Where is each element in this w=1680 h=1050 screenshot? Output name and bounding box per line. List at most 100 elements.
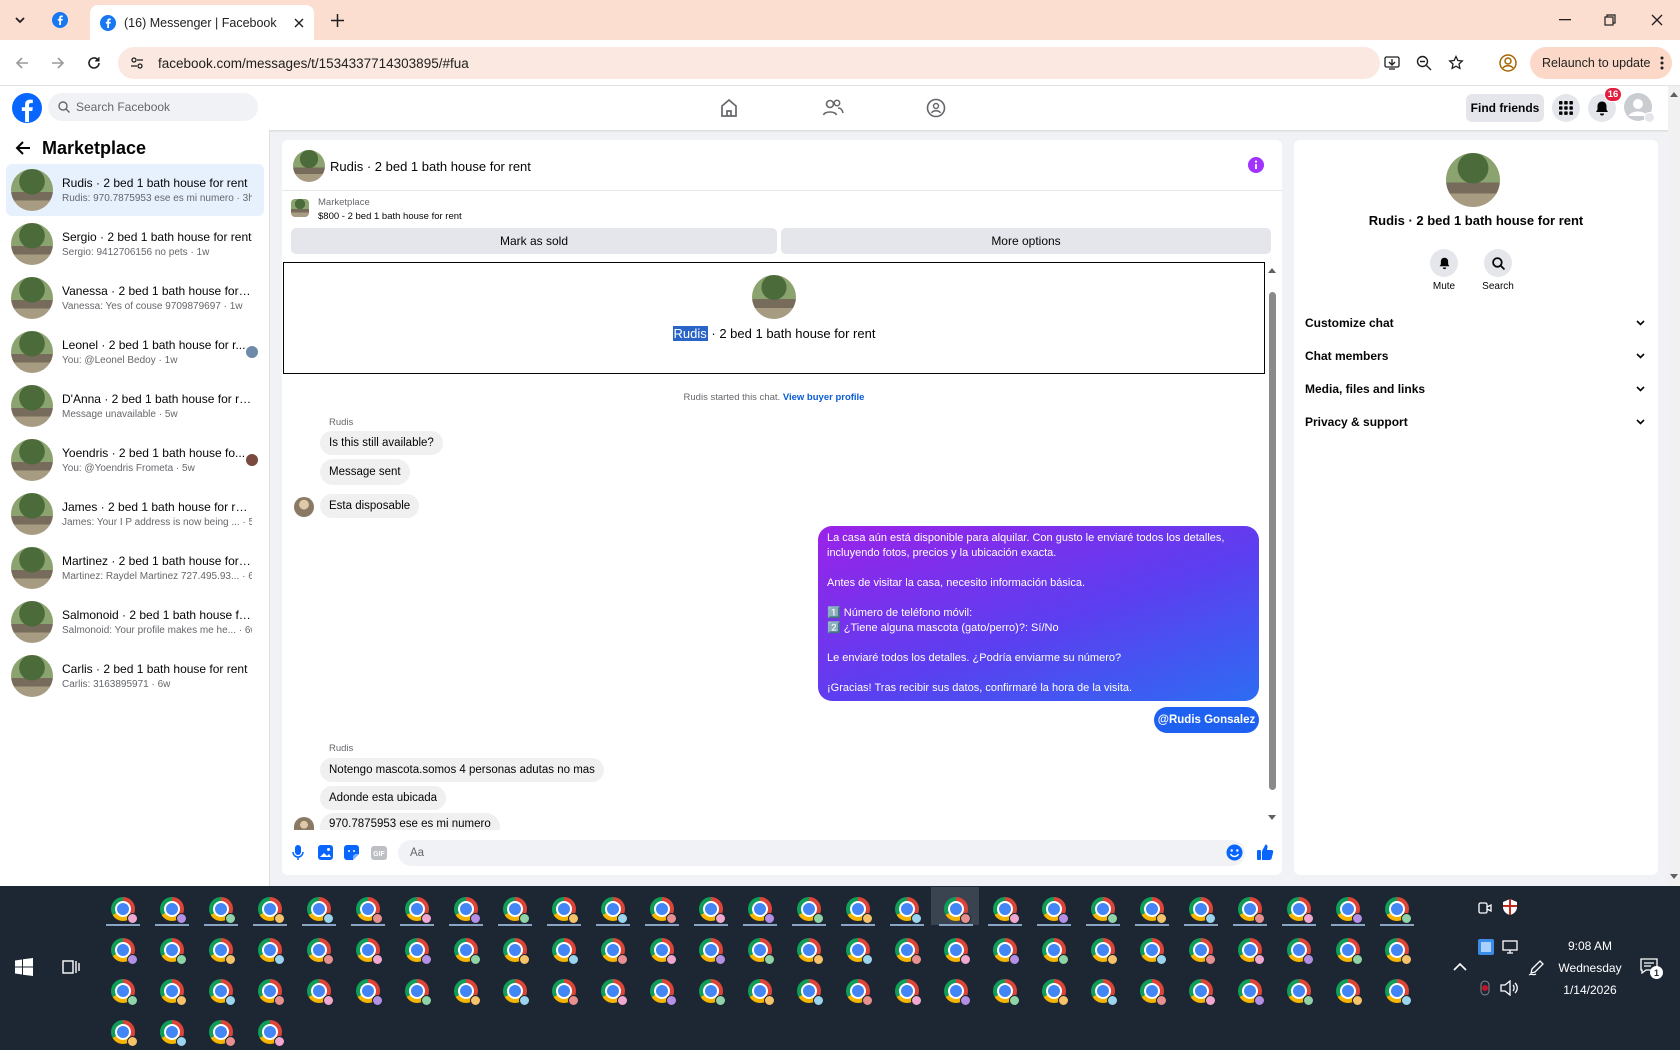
media-files-links-section[interactable]: Media, files and links: [1305, 379, 1645, 399]
chrome-taskbar-icon[interactable]: [895, 979, 922, 1006]
chrome-taskbar-icon[interactable]: [1140, 979, 1167, 1006]
chrome-taskbar-icon[interactable]: [1091, 938, 1118, 965]
chrome-taskbar-icon[interactable]: [454, 938, 481, 965]
chrome-taskbar-icon[interactable]: [797, 897, 824, 924]
chevron-up-icon[interactable]: [1453, 962, 1467, 972]
tray-app-icon[interactable]: [1478, 939, 1494, 955]
chrome-taskbar-icon[interactable]: [1287, 938, 1314, 965]
chrome-taskbar-icon[interactable]: [797, 938, 824, 965]
conversation-item[interactable]: Yoendris · 2 bed 1 bath house fo... You: …: [6, 434, 264, 486]
chrome-taskbar-icon[interactable]: [552, 979, 579, 1006]
facebook-search-input[interactable]: Search Facebook: [48, 93, 258, 121]
chrome-taskbar-icon[interactable]: [1238, 979, 1265, 1006]
scroll-up-icon[interactable]: [1268, 267, 1276, 273]
attach-photo-button[interactable]: [318, 845, 334, 861]
recording-icon[interactable]: [1480, 980, 1490, 996]
chrome-taskbar-icon[interactable]: [846, 938, 873, 965]
site-info-icon[interactable]: [130, 56, 144, 70]
menu-button[interactable]: [1552, 94, 1580, 122]
network-icon[interactable]: [1502, 940, 1518, 954]
tab-messenger[interactable]: (16) Messenger | Facebook: [90, 5, 314, 40]
forward-button[interactable]: [46, 51, 70, 75]
sticker-button[interactable]: [344, 845, 360, 861]
chrome-taskbar-icon[interactable]: [1385, 979, 1412, 1006]
chrome-taskbar-icon[interactable]: [160, 938, 187, 965]
back-button[interactable]: [14, 139, 34, 159]
chrome-taskbar-icon[interactable]: [356, 897, 383, 924]
customize-chat-section[interactable]: Customize chat: [1305, 313, 1645, 333]
chrome-taskbar-icon[interactable]: [944, 938, 971, 965]
received-message[interactable]: Message sent: [320, 459, 410, 485]
privacy-support-section[interactable]: Privacy & support: [1305, 412, 1645, 432]
listing-thumbnail[interactable]: [291, 199, 309, 217]
nav-groups[interactable]: [923, 96, 949, 120]
account-avatar[interactable]: [1624, 93, 1655, 123]
chrome-taskbar-icon[interactable]: [1336, 897, 1363, 924]
restore-button[interactable]: [1598, 8, 1622, 32]
chrome-taskbar-icon[interactable]: [160, 1020, 187, 1047]
sent-message[interactable]: La casa aún está disponible para alquila…: [818, 526, 1259, 701]
chrome-taskbar-icon[interactable]: [209, 897, 236, 924]
chrome-taskbar-icon[interactable]: [209, 979, 236, 1006]
chrome-taskbar-icon[interactable]: [454, 979, 481, 1006]
chrome-taskbar-icon[interactable]: [1238, 938, 1265, 965]
chrome-taskbar-icon[interactable]: [650, 897, 677, 924]
sender-avatar[interactable]: [294, 497, 314, 517]
chrome-taskbar-icon[interactable]: [748, 897, 775, 924]
received-message[interactable]: Adonde esta ubicada: [320, 786, 447, 810]
chrome-taskbar-icon[interactable]: [503, 938, 530, 965]
chrome-taskbar-icon[interactable]: [748, 938, 775, 965]
conversation-item[interactable]: D'Anna · 2 bed 1 bath house for rent Mess…: [6, 380, 264, 432]
conversation-item[interactable]: Sergio · 2 bed 1 bath house for rent Serg…: [6, 218, 264, 270]
chrome-taskbar-icon[interactable]: [1336, 979, 1363, 1006]
scroll-down-icon[interactable]: [1670, 874, 1678, 880]
conversation-item[interactable]: James · 2 bed 1 bath house for rent James…: [6, 488, 264, 540]
like-button[interactable]: [1256, 843, 1274, 861]
received-message[interactable]: Notengo mascota.somos 4 personas adutas …: [320, 758, 604, 782]
task-view-button[interactable]: [62, 958, 80, 976]
received-message[interactable]: 970.7875953 ese es mi numero: [320, 813, 500, 830]
chrome-taskbar-icon[interactable]: [258, 938, 285, 965]
chrome-taskbar-icon[interactable]: [552, 938, 579, 965]
security-shield-icon[interactable]: [1502, 898, 1518, 916]
clock-day[interactable]: Wednesday: [1552, 961, 1628, 975]
start-button[interactable]: [15, 958, 33, 976]
emoji-button[interactable]: [1226, 844, 1244, 862]
minimize-button[interactable]: [1553, 8, 1577, 32]
chrome-taskbar-icon[interactable]: [601, 897, 628, 924]
chrome-taskbar-icon[interactable]: [160, 979, 187, 1006]
chrome-taskbar-icon[interactable]: [1287, 897, 1314, 924]
address-bar[interactable]: facebook.com/messages/t/1534337714303895…: [118, 47, 1464, 79]
chrome-taskbar-icon[interactable]: [258, 979, 285, 1006]
chrome-taskbar-icon[interactable]: [1042, 897, 1069, 924]
search-in-chat-button[interactable]: [1484, 249, 1512, 277]
chrome-taskbar-icon[interactable]: [405, 897, 432, 924]
chrome-taskbar-icon[interactable]: [1042, 979, 1069, 1006]
chrome-taskbar-icon[interactable]: [111, 1020, 138, 1047]
close-window-button[interactable]: [1645, 8, 1669, 32]
chrome-taskbar-icon[interactable]: [797, 979, 824, 1006]
chrome-taskbar-icon[interactable]: [846, 979, 873, 1006]
scroll-down-icon[interactable]: [1268, 815, 1276, 821]
chrome-taskbar-icon[interactable]: [1189, 979, 1216, 1006]
scrollbar-thumb[interactable]: [1269, 292, 1276, 790]
chrome-taskbar-icon[interactable]: [1091, 979, 1118, 1006]
chrome-taskbar-icon[interactable]: [111, 938, 138, 965]
chrome-taskbar-icon[interactable]: [895, 897, 922, 924]
bookmark-star-icon[interactable]: [1448, 55, 1464, 71]
conversation-item[interactable]: Salmonoid · 2 bed 1 bath house fo... Salm…: [6, 596, 264, 648]
notification-center-button[interactable]: 1: [1640, 958, 1663, 980]
chat-info-button[interactable]: [1248, 157, 1264, 173]
chrome-taskbar-icon[interactable]: [1385, 938, 1412, 965]
voice-clip-button[interactable]: [292, 845, 306, 861]
chrome-taskbar-icon[interactable]: [307, 979, 334, 1006]
chrome-taskbar-icon[interactable]: [895, 938, 922, 965]
chrome-taskbar-icon[interactable]: [1091, 897, 1118, 924]
chrome-taskbar-icon[interactable]: [356, 938, 383, 965]
chrome-taskbar-icon[interactable]: [307, 897, 334, 924]
close-icon[interactable]: [294, 18, 304, 28]
chrome-taskbar-icon[interactable]: [944, 979, 971, 1006]
conversation-item[interactable]: Vanessa · 2 bed 1 bath house for re... Va…: [6, 272, 264, 324]
profile-button[interactable]: [1496, 51, 1520, 75]
received-message[interactable]: Esta disposable: [320, 494, 420, 518]
